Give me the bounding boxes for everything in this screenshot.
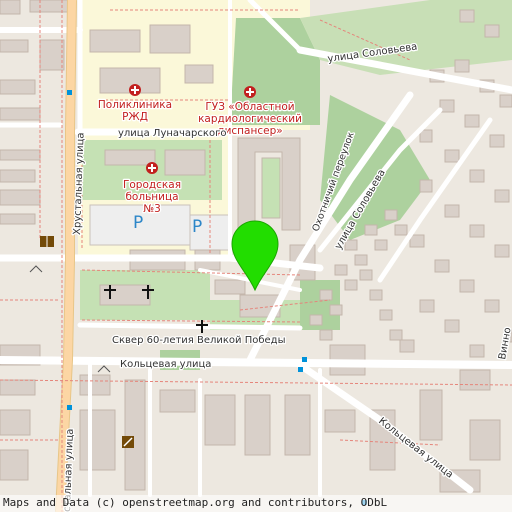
parking-label-2: P [192, 217, 202, 237]
poi-label-hospital-3: №3 [143, 203, 161, 215]
parking-label: P [133, 213, 143, 233]
poi-label-hospital-1: Городская [123, 179, 181, 191]
street-label-vinno: Винно [497, 327, 512, 361]
poi-label-poliklinika-1: Поликлиника [98, 99, 172, 111]
poi-label-cardio-3: диспансер» [217, 125, 282, 137]
street-label-lunacharskogo: улица Луначарского [118, 128, 226, 139]
poi-label-cardio-1: ГУЗ «Областной [205, 101, 294, 113]
hospital-icon[interactable] [244, 86, 256, 98]
map-view[interactable]: P P Поликлиника РЖД ГУЗ «Областной карди… [0, 0, 512, 512]
library-icon[interactable] [40, 236, 54, 247]
poi-label-cardio-2: кардиологический [198, 113, 302, 125]
attribution-text: Maps and Data (c) openstreetmap.org and … [3, 496, 388, 509]
attribution-bar: Maps and Data (c) openstreetmap.org and … [0, 495, 512, 512]
hospital-icon[interactable] [129, 84, 141, 96]
hospital-icon[interactable] [146, 162, 158, 174]
poi-label-hospital-2: больница [125, 191, 178, 203]
museum-icon[interactable] [122, 436, 134, 448]
street-label-koltsevaya: Кольцевая улица [120, 359, 211, 370]
poi-label-poliklinika-2: РЖД [122, 111, 148, 123]
street-label-skver: Сквер 60-летия Великой Победы [112, 335, 286, 346]
map-canvas[interactable]: P P Поликлиника РЖД ГУЗ «Областной карди… [0, 0, 512, 512]
